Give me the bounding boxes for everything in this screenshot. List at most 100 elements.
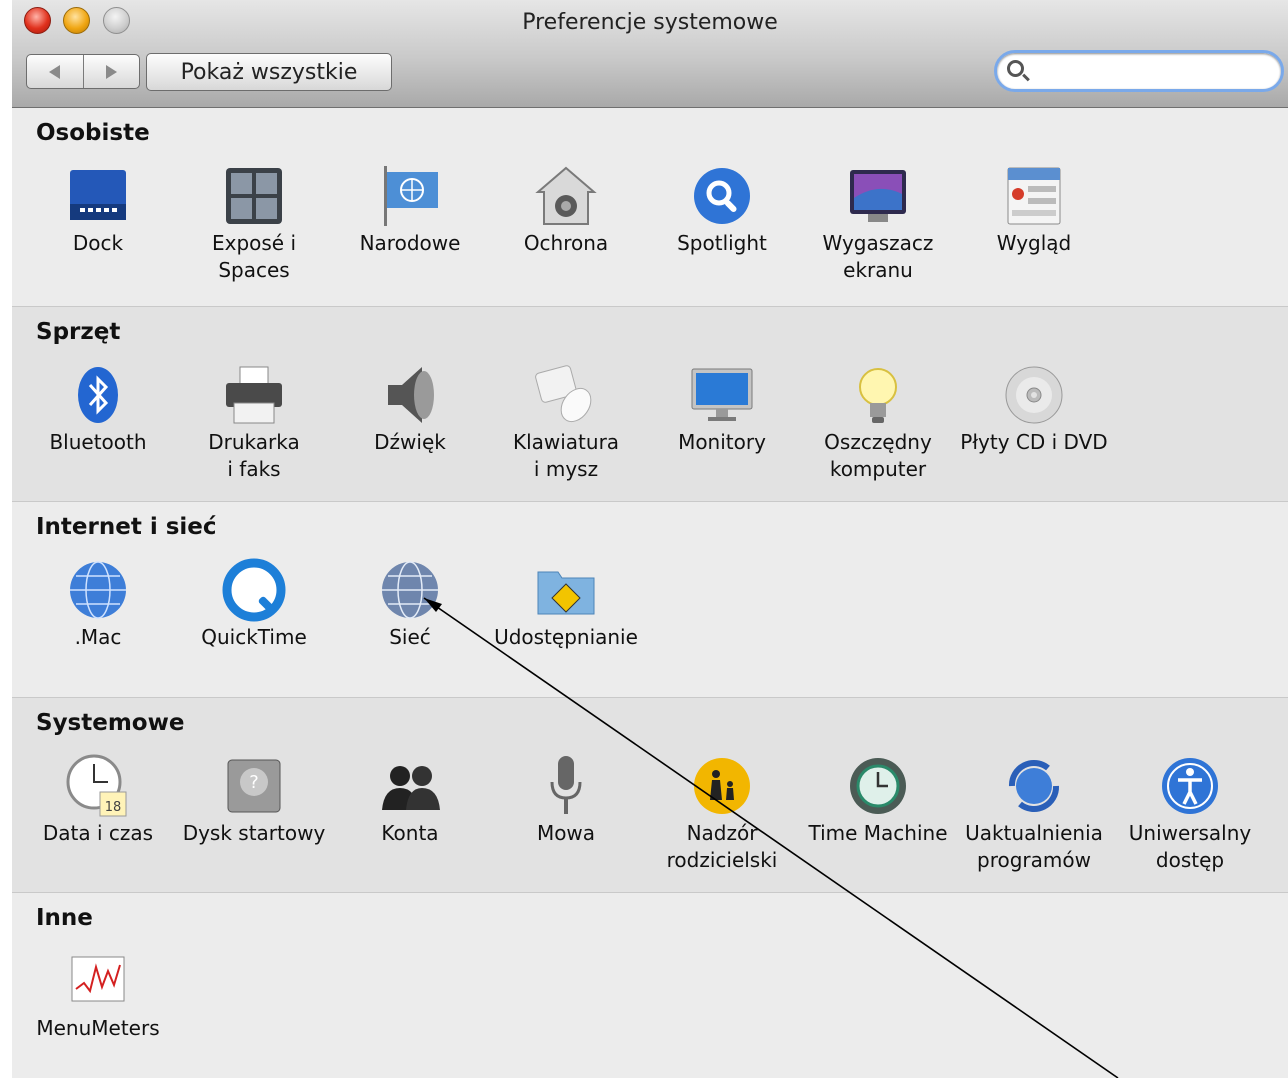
pane-network[interactable]: Sieć (332, 558, 488, 651)
pane-international[interactable]: Narodowe (332, 164, 488, 257)
section-other: Inne MenuMeters (12, 893, 1288, 1078)
universal-access-icon (1158, 754, 1222, 818)
pane-security[interactable]: Ochrona (488, 164, 644, 257)
pane-displays[interactable]: Monitory (644, 363, 800, 456)
pane-energy-saver[interactable]: Oszczędny komputer (800, 363, 956, 483)
startup-disk-icon: ? (222, 754, 286, 818)
cd-dvd-icon (1002, 363, 1066, 427)
pane-software-update[interactable]: Uaktualnienia programów (956, 754, 1112, 874)
pane-cd-dvd[interactable]: Płyty CD i DVD (956, 363, 1112, 456)
software-update-icon (1002, 754, 1066, 818)
pane-startup-disk[interactable]: ? Dysk startowy (176, 754, 332, 847)
pane-time-machine[interactable]: Time Machine (800, 754, 956, 847)
appearance-icon (1002, 164, 1066, 228)
section-title: Inne (36, 905, 93, 931)
section-internet-network: Internet i sieć .Mac QuickTime Sieć Udos… (12, 502, 1288, 698)
navigation-buttons (26, 54, 140, 89)
pane-label: Drukarka i faks (208, 430, 300, 481)
pane-label: Narodowe (359, 231, 461, 255)
pane-bluetooth[interactable]: Bluetooth (20, 363, 176, 456)
pane-label: .Mac (74, 625, 122, 649)
pane-label: Monitory (678, 430, 766, 454)
expose-spaces-icon (222, 164, 286, 228)
pane-label: Ochrona (523, 231, 609, 255)
pane-label: MenuMeters (36, 1016, 160, 1040)
pane-label: Data i czas (42, 821, 154, 845)
pane-label: Klawiatura i mysz (512, 430, 620, 481)
security-house-icon (534, 164, 598, 228)
pane-label: QuickTime (201, 625, 307, 649)
pane-label: Wygląd (996, 231, 1072, 255)
dock-icon (66, 164, 130, 228)
pane-label: Dysk startowy (182, 821, 326, 845)
clock-calendar-icon: 18 (66, 754, 130, 818)
show-all-button[interactable]: Pokaż wszystkie (146, 53, 392, 91)
svg-text:?: ? (249, 772, 259, 793)
pane-label: Uniwersalny dostęp (1128, 821, 1252, 872)
bluetooth-icon (66, 363, 130, 427)
pane-expose-spaces[interactable]: Exposé i Spaces (176, 164, 332, 284)
section-title: Systemowe (36, 710, 185, 736)
preferences-window: Preferencje systemowe Pokaż wszystkie Os… (12, 0, 1288, 1078)
forward-button[interactable] (82, 55, 140, 88)
keyboard-mouse-icon (534, 363, 598, 427)
parental-controls-icon (690, 754, 754, 818)
pane-mac[interactable]: .Mac (20, 558, 176, 651)
pane-label: Nadzór rodzicielski (666, 821, 778, 872)
section-title: Internet i sieć (36, 514, 217, 540)
time-machine-icon (846, 754, 910, 818)
pane-date-time[interactable]: 18 Data i czas (20, 754, 176, 847)
pane-label: Sieć (389, 625, 431, 649)
pane-label: Exposé i Spaces (211, 231, 297, 282)
menumeters-graph-icon (66, 949, 130, 1013)
titlebar-toolbar: Preferencje systemowe Pokaż wszystkie (12, 0, 1288, 108)
back-button[interactable] (27, 55, 83, 88)
calendar-badge: 18 (105, 800, 122, 815)
pane-screensaver[interactable]: Wygaszacz ekranu (800, 164, 956, 284)
spotlight-magnifier-icon (690, 164, 754, 228)
window-title: Preferencje systemowe (522, 10, 778, 35)
search-field[interactable] (994, 50, 1284, 92)
pane-universal-access[interactable]: Uniwersalny dostęp (1112, 754, 1268, 874)
section-system: Systemowe 18 Data i czas ? Dysk startowy… (12, 698, 1288, 893)
section-hardware: Sprzęt Bluetooth Drukarka i faks Dźwięk K… (12, 307, 1288, 502)
pane-label: Bluetooth (49, 430, 147, 454)
pane-sharing[interactable]: Udostępnianie (488, 558, 644, 651)
pane-spotlight[interactable]: Spotlight (644, 164, 800, 257)
pane-label: Płyty CD i DVD (960, 430, 1108, 454)
pane-accounts[interactable]: Konta (332, 754, 488, 847)
pane-label: Konta (381, 821, 439, 845)
network-globe-icon (378, 558, 442, 622)
pane-label: Wygaszacz ekranu (822, 231, 934, 282)
pane-label: Mowa (536, 821, 596, 845)
pane-menumeters[interactable]: MenuMeters (20, 949, 176, 1042)
speaker-icon (378, 363, 442, 427)
pane-quicktime[interactable]: QuickTime (176, 558, 332, 651)
pane-parental-controls[interactable]: Nadzór rodzicielski (644, 754, 800, 874)
quicktime-icon (222, 558, 286, 622)
back-arrow-icon (49, 64, 61, 79)
section-title: Sprzęt (36, 319, 121, 345)
pane-keyboard-mouse[interactable]: Klawiatura i mysz (488, 363, 644, 483)
lightbulb-icon (846, 363, 910, 427)
screensaver-icon (846, 164, 910, 228)
pane-appearance[interactable]: Wygląd (956, 164, 1112, 257)
pane-label: Spotlight (677, 231, 767, 255)
pane-label: Time Machine (808, 821, 948, 845)
pane-label: Dock (72, 231, 124, 255)
sharing-folder-icon (534, 558, 598, 622)
pane-printer-fax[interactable]: Drukarka i faks (176, 363, 332, 483)
pane-label: Dźwięk (374, 430, 446, 454)
printer-icon (222, 363, 286, 427)
pane-label: Udostępnianie (494, 625, 638, 649)
pane-speech[interactable]: Mowa (488, 754, 644, 847)
section-personal: Osobiste Dock Exposé i Spaces Narodowe Oc… (12, 108, 1288, 307)
search-input[interactable] (1035, 57, 1270, 85)
pane-dock[interactable]: Dock (20, 164, 176, 257)
section-title: Osobiste (36, 120, 150, 146)
forward-arrow-icon (105, 64, 117, 79)
display-icon (690, 363, 754, 427)
pane-label: Uaktualnienia programów (965, 821, 1103, 872)
pane-sound[interactable]: Dźwięk (332, 363, 488, 456)
pane-label: Oszczędny komputer (824, 430, 932, 481)
